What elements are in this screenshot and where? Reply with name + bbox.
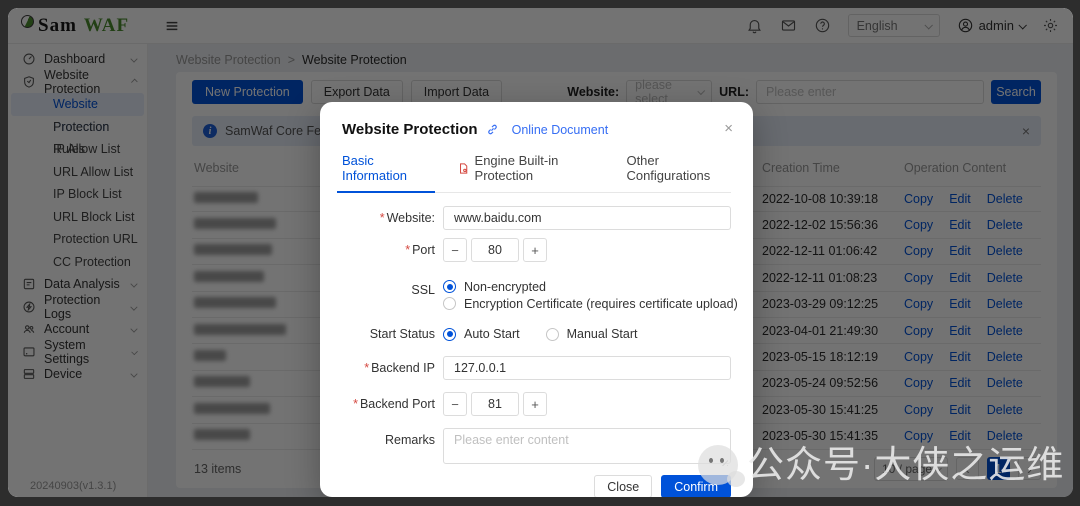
dialog-footer: Close Confirm [320,475,753,497]
dialog-close-icon[interactable]: × [724,120,733,137]
app-window: SamWAF English admin [8,8,1073,497]
backend-port-value[interactable]: 81 [471,392,519,416]
confirm-button[interactable]: Confirm [661,475,731,497]
tab-engine-built-in-protection[interactable]: Engine Built-in Protection [457,153,600,192]
port-decrease-button[interactable]: − [443,238,467,262]
start-status-field-label: Start Status [369,327,435,341]
remarks-field-label: Remarks [384,433,435,447]
radio-manual-start[interactable] [545,327,559,341]
backend-port-stepper: − 81 + [443,392,731,416]
website-protection-dialog: × Website Protection Online Document Bas… [320,102,753,497]
backend-port-decrease-button[interactable]: − [443,392,467,416]
ssl-field-label: SSL [411,283,435,297]
tab-other-configurations[interactable]: Other Configurations [626,153,731,192]
backend-ip-input[interactable] [443,356,731,380]
backend-port-increase-button[interactable]: + [523,392,547,416]
ssl-radio-group: Non-encrypted Encryption Certificate (re… [443,278,738,312]
backend-ip-field-label: * Backend IP [364,361,435,375]
dialog-form: *Website: *Port − 80 + SSL Non-encrypted [320,206,753,469]
online-document-link[interactable]: Online Document [512,123,609,137]
website-field-label: * Website: [379,211,435,225]
link-icon [485,122,500,137]
dialog-tabs: Basic Information Engine Built-in Protec… [337,153,731,193]
radio-non-encrypted[interactable] [443,280,456,293]
port-field-label: * Port [405,243,435,257]
backend-port-field-label: * Backend Port [353,397,435,411]
radio-auto-start[interactable] [443,327,456,341]
start-status-radio-group: Auto Start Manual Start [443,322,731,346]
close-button[interactable]: Close [594,475,653,497]
port-value[interactable]: 80 [471,238,519,262]
radio-encryption-certificate[interactable] [443,297,456,310]
port-stepper: − 80 + [443,238,731,262]
tab-basic-information[interactable]: Basic Information [337,153,435,193]
website-input[interactable] [443,206,731,230]
dialog-header: Website Protection Online Document [320,102,753,138]
dialog-title: Website Protection [342,121,478,138]
remarks-textarea[interactable] [443,428,731,464]
port-increase-button[interactable]: + [523,238,547,262]
protection-document-icon [457,162,470,175]
